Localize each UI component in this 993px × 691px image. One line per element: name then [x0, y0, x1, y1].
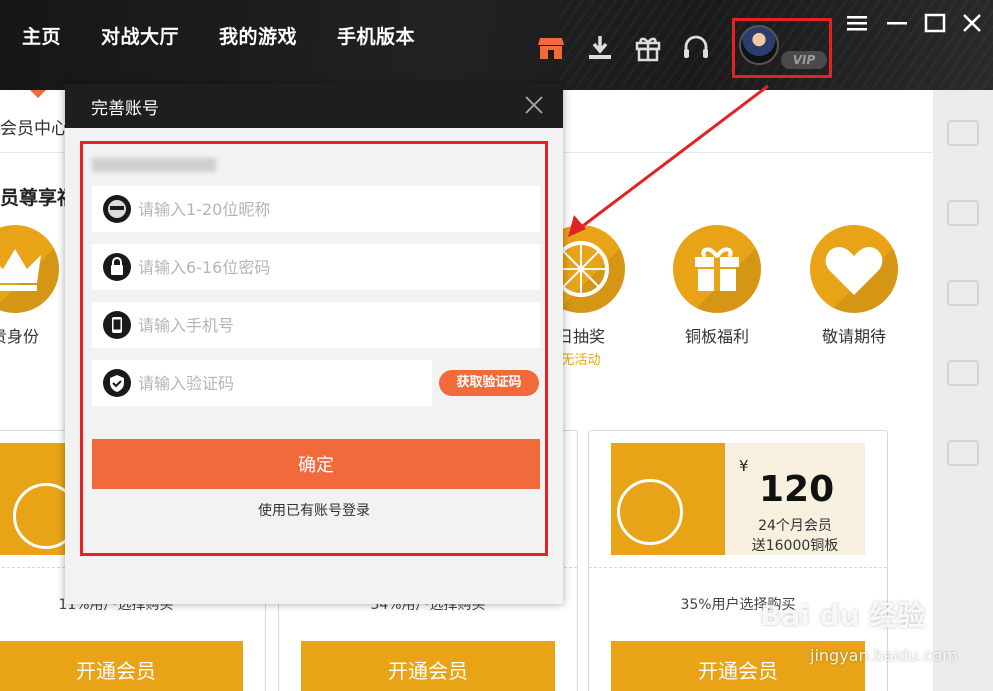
feature-label: 贵身份: [0, 327, 39, 346]
watermark-logo: Bai du 经验: [760, 599, 926, 632]
tab-member-center[interactable]: 会员中心: [0, 114, 68, 139]
watermark-url: jingyan.baidu.com: [810, 646, 958, 665]
menu-icon[interactable]: [846, 12, 868, 34]
shield-check-icon: [103, 369, 131, 397]
nav-battle-hall[interactable]: 对战大厅: [101, 22, 179, 49]
top-bar: 主页 对战大厅 我的游戏 手机版本 VIP: [0, 0, 993, 90]
dialog-title: 完善账号: [91, 99, 159, 119]
verification-code-input[interactable]: [138, 360, 423, 406]
vip-badge: VIP: [781, 51, 827, 69]
password-field: [92, 244, 540, 290]
phone-field: [92, 302, 540, 348]
avatar[interactable]: [739, 25, 779, 65]
phone-icon: [103, 311, 131, 339]
complete-account-dialog: 完善账号 请输入1-20位昵称 请输入手机号 请输入验证码 获取验证码 确定 使…: [65, 84, 563, 604]
minimize-icon[interactable]: [886, 12, 908, 34]
right-side-strip: [933, 90, 993, 691]
price-panel: ¥ 120 24个月会员 送16000铜板: [725, 443, 865, 555]
maximize-icon[interactable]: [924, 12, 946, 34]
heart-icon: [810, 225, 898, 313]
nav-my-games[interactable]: 我的游戏: [219, 22, 297, 49]
download-icon[interactable]: [586, 34, 614, 62]
nickname-field: [92, 186, 540, 232]
headset-icon[interactable]: [682, 34, 710, 62]
open-membership-button[interactable]: 开通会员: [0, 641, 243, 691]
bonus-label: 送16000铜板: [751, 538, 839, 554]
nav-home[interactable]: 主页: [22, 22, 61, 49]
get-code-button[interactable]: 获取验证码: [439, 370, 539, 396]
tab-active-marker: [30, 90, 46, 98]
price-value: 120: [759, 469, 835, 510]
password-input[interactable]: [138, 244, 528, 290]
feature-coming-soon[interactable]: 敬请期待: [809, 225, 899, 347]
nav-mobile-version[interactable]: 手机版本: [337, 22, 415, 49]
duration-label: 24个月会员: [758, 518, 832, 534]
nickname-input[interactable]: [138, 186, 528, 232]
feature-identity[interactable]: 贵身份: [0, 225, 60, 347]
blurred-account-name: [92, 158, 216, 172]
use-existing-account-link[interactable]: 使用已有账号登录: [83, 500, 545, 520]
close-icon[interactable]: [523, 94, 545, 116]
feature-label: 敬请期待: [821, 327, 886, 346]
lock-icon: [103, 253, 131, 281]
phone-input[interactable]: [138, 302, 528, 348]
ticket-graphic: ¥ 120 24个月会员 送16000铜板: [611, 443, 865, 555]
feature-label: 铜板福利: [684, 327, 749, 346]
main-nav: 主页 对战大厅 我的游戏 手机版本: [0, 22, 435, 49]
gift-box-icon: [673, 225, 761, 313]
gift-icon[interactable]: [634, 34, 662, 62]
stamp-icon: [617, 479, 683, 545]
feature-copper-bonus[interactable]: 铜板福利: [672, 225, 762, 347]
form-highlight-box: 获取验证码 确定 使用已有账号登录: [80, 141, 548, 556]
user-icon: [103, 195, 131, 223]
close-icon[interactable]: [961, 12, 983, 34]
avatar-highlight-box: VIP: [732, 18, 832, 78]
dialog-header: 完善账号: [65, 84, 563, 128]
confirm-button[interactable]: 确定: [92, 439, 540, 489]
verification-code-field: [92, 360, 432, 406]
store-icon[interactable]: [537, 34, 565, 62]
crown-icon: [0, 225, 59, 313]
open-membership-button[interactable]: 开通会员: [301, 641, 555, 691]
currency-symbol: ¥: [739, 457, 749, 475]
